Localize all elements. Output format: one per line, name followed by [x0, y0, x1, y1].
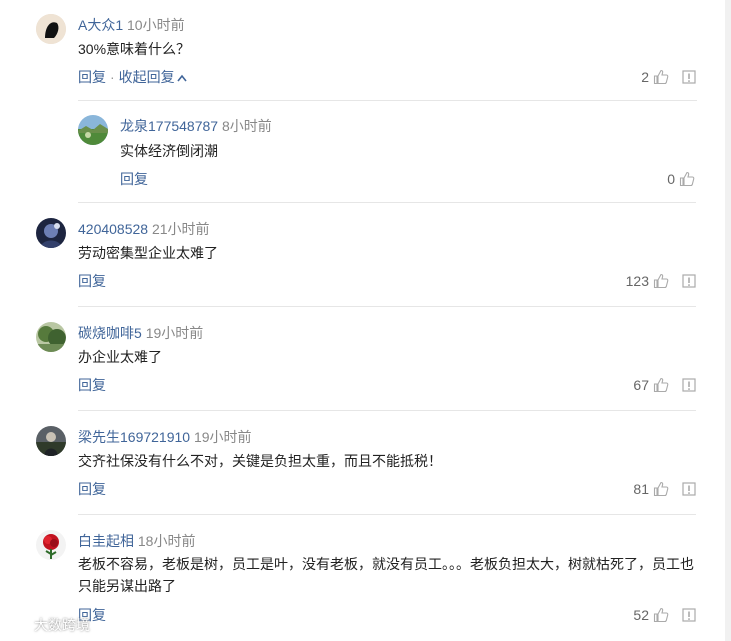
comment-divider — [78, 306, 696, 307]
reply-timestamp: 8小时前 — [221, 118, 272, 134]
report-icon[interactable] — [681, 607, 697, 623]
comment-meta: 碳烧咖啡5 19小时前 — [78, 324, 203, 342]
reply-button[interactable]: 回复 — [78, 481, 106, 497]
report-icon[interactable] — [681, 481, 697, 497]
thumbs-up-icon[interactable] — [653, 481, 669, 497]
like-count: 81 — [633, 481, 649, 497]
username[interactable]: 白圭起相 — [78, 533, 134, 549]
comment-text: 办企业太难了 — [78, 349, 162, 365]
watermark: 大数跨境 — [4, 615, 90, 635]
like-count: 2 — [641, 69, 649, 85]
username[interactable]: 420408528 — [78, 221, 148, 237]
comment-divider — [78, 514, 696, 515]
comment-stats: 52 — [633, 606, 697, 624]
reply-actions: 回复 — [120, 170, 148, 188]
collapse-replies-button[interactable]: 收起回复 — [119, 69, 187, 85]
comment-divider — [78, 202, 696, 203]
comment-meta: A大众1 10小时前 — [78, 16, 185, 34]
reply-avatar[interactable] — [78, 115, 108, 145]
comment-divider — [78, 410, 696, 411]
timestamp: 10小时前 — [127, 17, 185, 33]
reply-meta: 龙泉177548787 8小时前 — [120, 117, 272, 135]
reply-button[interactable]: 回复 — [78, 273, 106, 289]
comment-actions: 回复 — [78, 480, 106, 498]
thumbs-up-icon[interactable] — [653, 273, 669, 289]
report-icon[interactable] — [681, 273, 697, 289]
collapse-replies-label: 收起回复 — [118, 69, 175, 85]
reply-stats: 0 — [667, 170, 695, 188]
comment-meta: 梁先生169721910 19小时前 — [78, 428, 252, 446]
thumbs-up-icon[interactable] — [653, 377, 669, 393]
comment-meta: 白圭起相 18小时前 — [78, 532, 195, 550]
timestamp: 19小时前 — [193, 429, 252, 445]
avatar[interactable] — [36, 426, 66, 456]
comment-text: 老板不容易，老板是树，员工是叶，没有老板，就没有员工。。。老板负担太大，树就枯死… — [78, 556, 694, 594]
comment-4: 梁先生169721910 19小时前 交齐社保没有什么不对，关键是负担太重，而且… — [36, 424, 697, 504]
like-count: 0 — [667, 171, 675, 187]
thumbs-up-icon[interactable] — [679, 171, 695, 187]
comment-1: A大众1 10小时前 30%意味着什么？ 回复 · 收起回复 2 龙泉1775487… — [36, 12, 697, 202]
like-count: 52 — [633, 607, 649, 623]
comment-actions: 回复 — [78, 376, 106, 394]
like-count: 67 — [633, 377, 649, 393]
report-icon[interactable] — [681, 69, 697, 85]
comment-text: 劳动密集型企业太难了 — [78, 245, 218, 261]
comment-stats: 123 — [626, 272, 697, 290]
avatar[interactable] — [36, 218, 66, 248]
scrollbar-track[interactable] — [725, 0, 731, 641]
comment-3: 碳烧咖啡5 19小时前 办企业太难了 回复 67 — [36, 320, 697, 400]
reply-button[interactable]: 回复 — [78, 377, 106, 393]
comment-stats: 2 — [641, 68, 697, 86]
username[interactable]: 碳烧咖啡5 — [78, 325, 142, 341]
comment-text: 交齐社保没有什么不对，关键是负担太重，而且不能抵税！ — [78, 453, 442, 469]
avatar[interactable] — [36, 322, 66, 352]
reply-username[interactable]: 龙泉177548787 — [120, 118, 218, 134]
like-count: 123 — [625, 273, 649, 289]
comment-stats: 67 — [633, 376, 697, 394]
reply-text: 实体经济倒闭潮 — [120, 143, 218, 159]
separator: · — [110, 69, 115, 85]
comment-actions: 回复 · 收起回复 — [78, 68, 187, 86]
timestamp: 21小时前 — [151, 221, 210, 237]
timestamp: 18小时前 — [137, 533, 196, 549]
watermark-text: 大数跨境 — [34, 617, 90, 633]
comment-2: 420408528 21小时前 劳动密集型企业太难了 回复 123 — [36, 216, 697, 296]
username[interactable]: 梁先生169721910 — [78, 429, 190, 445]
thumbs-up-icon[interactable] — [653, 607, 669, 623]
comment-text: 30%意味着什么？ — [78, 41, 191, 57]
avatar[interactable] — [36, 530, 66, 560]
thumbs-up-icon[interactable] — [653, 69, 669, 85]
comment-actions: 回复 — [78, 272, 106, 290]
watermark-logo-icon — [5, 619, 31, 632]
reply-button[interactable]: 回复 — [78, 69, 106, 85]
chevron-up-icon — [177, 75, 187, 82]
username[interactable]: A大众1 — [78, 17, 123, 33]
comment-5: 白圭起相 18小时前 老板不容易，老板是树，员工是叶，没有老板，就没有员工。。。… — [36, 528, 697, 641]
report-icon[interactable] — [681, 377, 697, 393]
avatar[interactable] — [36, 14, 66, 44]
comment-stats: 81 — [633, 480, 697, 498]
reply-divider — [78, 100, 697, 101]
timestamp: 19小时前 — [145, 325, 204, 341]
reply-button[interactable]: 回复 — [120, 171, 148, 187]
comment-meta: 420408528 21小时前 — [78, 220, 210, 238]
